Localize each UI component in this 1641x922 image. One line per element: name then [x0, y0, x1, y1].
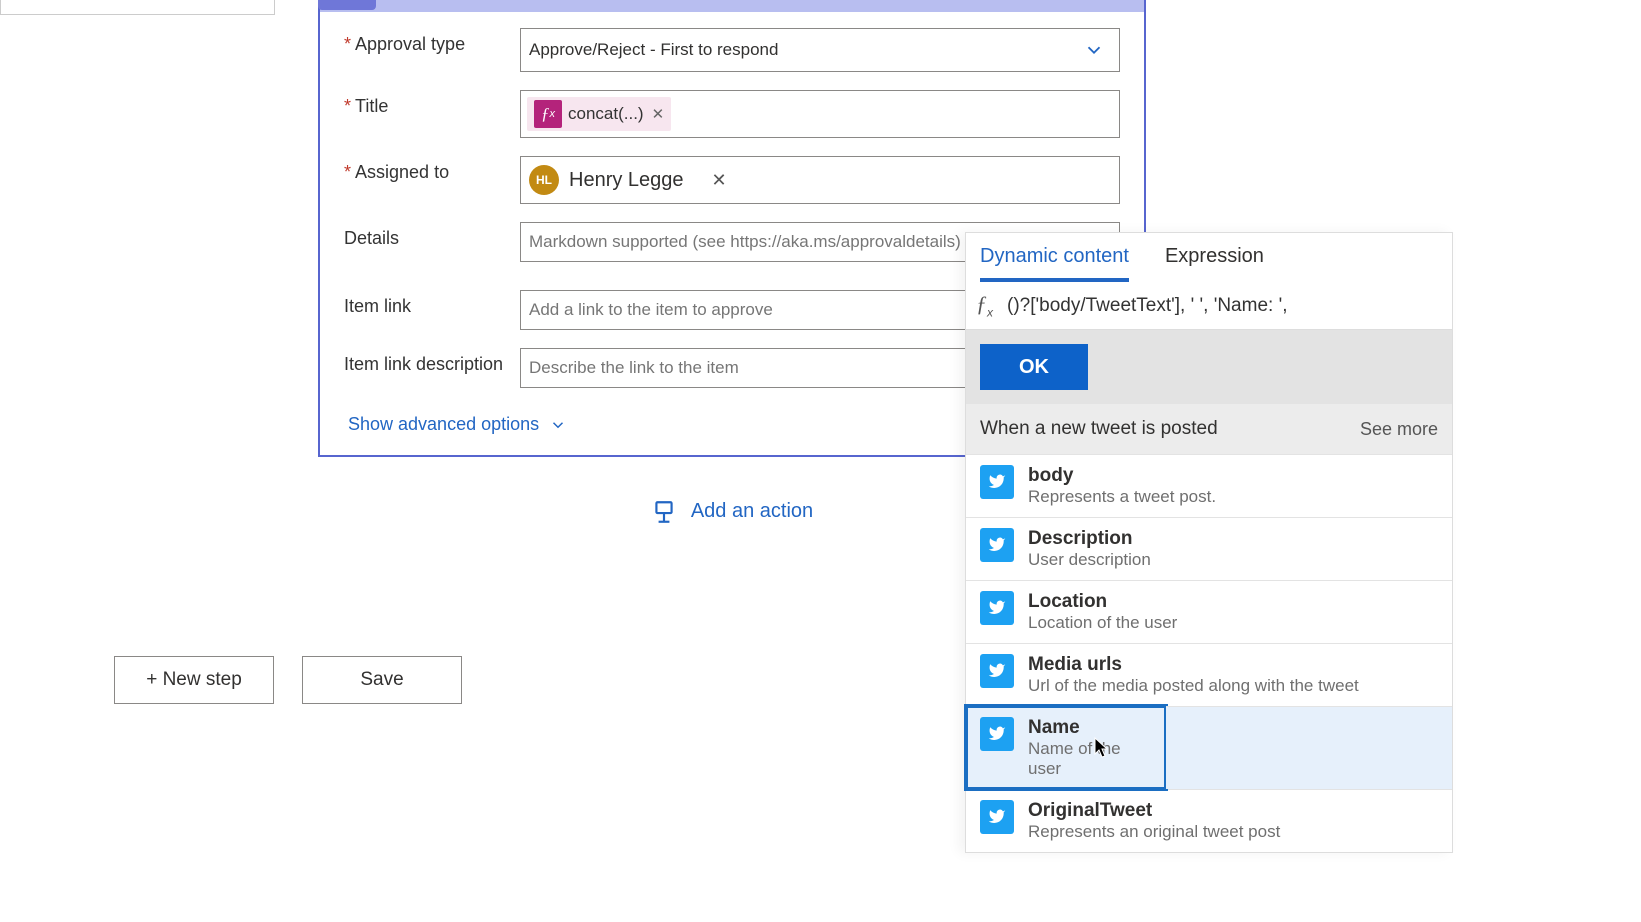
- label-title: Title: [344, 90, 520, 117]
- fx-icon: ƒx: [976, 291, 993, 319]
- add-action-icon: [651, 498, 677, 525]
- dc-title: OriginalTweet: [1028, 800, 1280, 822]
- dc-item-location[interactable]: LocationLocation of the user: [966, 580, 1452, 643]
- dc-desc: Url of the media posted along with the t…: [1028, 676, 1359, 696]
- new-step-button[interactable]: + New step: [114, 656, 274, 704]
- approval-type-select[interactable]: Approve/Reject - First to respond: [520, 28, 1120, 72]
- section-title: When a new tweet is posted: [980, 418, 1218, 440]
- dynamic-content-flyout: Dynamic content Expression ƒx ()?['body/…: [965, 232, 1453, 853]
- dc-item-name-extend[interactable]: [1166, 706, 1452, 789]
- expression-text: ()?['body/TweetText'], ' ', 'Name: ',: [1007, 295, 1287, 317]
- dc-desc: Name of the user: [1028, 739, 1152, 779]
- section-header: When a new tweet is posted See more: [966, 404, 1452, 454]
- dc-title: Name: [1028, 717, 1152, 739]
- dc-title: Description: [1028, 528, 1151, 550]
- fx-icon: ƒx: [534, 100, 562, 128]
- dc-title: Location: [1028, 591, 1177, 613]
- approval-icon: [318, 0, 376, 10]
- details-placeholder: Markdown supported (see https://aka.ms/a…: [529, 232, 961, 252]
- twitter-icon: [980, 528, 1014, 562]
- dc-item-body[interactable]: bodyRepresents a tweet post.: [966, 454, 1452, 517]
- dc-desc: User description: [1028, 550, 1151, 570]
- label-details: Details: [344, 222, 520, 249]
- dynamic-content-list: bodyRepresents a tweet post. Description…: [966, 454, 1452, 852]
- advanced-label: Show advanced options: [348, 414, 539, 435]
- label-item-link: Item link: [344, 290, 520, 317]
- person-chip[interactable]: HL Henry Legge ✕: [529, 165, 727, 195]
- dc-item-name[interactable]: NameName of the user: [966, 706, 1166, 789]
- assigned-to-input[interactable]: HL Henry Legge ✕: [520, 156, 1120, 204]
- approval-type-value: Approve/Reject - First to respond: [529, 40, 778, 60]
- chevron-down-icon: [1083, 39, 1105, 61]
- title-input[interactable]: ƒx concat(...) ✕: [520, 90, 1120, 138]
- dc-desc: Location of the user: [1028, 613, 1177, 633]
- twitter-icon: [980, 800, 1014, 834]
- remove-token-icon[interactable]: ✕: [652, 105, 665, 123]
- twitter-icon: [980, 654, 1014, 688]
- card-header[interactable]: [320, 0, 1144, 12]
- side-panel: [0, 0, 275, 15]
- remove-person-icon[interactable]: ✕: [712, 170, 727, 191]
- chevron-down-icon: [549, 416, 567, 434]
- dc-desc: Represents a tweet post.: [1028, 487, 1216, 507]
- person-name: Henry Legge: [569, 169, 684, 192]
- label-item-link-desc: Item link description: [344, 348, 520, 375]
- expression-token[interactable]: ƒx concat(...) ✕: [527, 97, 671, 131]
- avatar: HL: [529, 165, 559, 195]
- dc-title: body: [1028, 465, 1216, 487]
- save-button[interactable]: Save: [302, 656, 462, 704]
- label-assigned-to: Assigned to: [344, 156, 520, 183]
- twitter-icon: [980, 717, 1014, 751]
- see-more-link[interactable]: See more: [1360, 419, 1438, 440]
- item-link-placeholder: Add a link to the item to approve: [529, 300, 773, 320]
- bottom-bar: + New step Save: [114, 656, 462, 704]
- expression-input[interactable]: ƒx ()?['body/TweetText'], ' ', 'Name: ',: [966, 282, 1452, 330]
- twitter-icon: [980, 591, 1014, 625]
- twitter-icon: [980, 465, 1014, 499]
- tab-expression[interactable]: Expression: [1165, 245, 1264, 282]
- dc-item-media-urls[interactable]: Media urlsUrl of the media posted along …: [966, 643, 1452, 706]
- tab-dynamic-content[interactable]: Dynamic content: [980, 245, 1129, 282]
- dc-title: Media urls: [1028, 654, 1359, 676]
- dc-desc: Represents an original tweet post: [1028, 822, 1280, 842]
- dc-item-description[interactable]: DescriptionUser description: [966, 517, 1452, 580]
- item-link-desc-placeholder: Describe the link to the item: [529, 358, 739, 378]
- add-action-label: Add an action: [691, 500, 813, 523]
- ok-button[interactable]: OK: [980, 344, 1088, 390]
- dc-item-original-tweet[interactable]: OriginalTweetRepresents an original twee…: [966, 789, 1452, 852]
- expression-token-text: concat(...): [568, 104, 644, 124]
- label-approval-type: Approval type: [344, 28, 520, 55]
